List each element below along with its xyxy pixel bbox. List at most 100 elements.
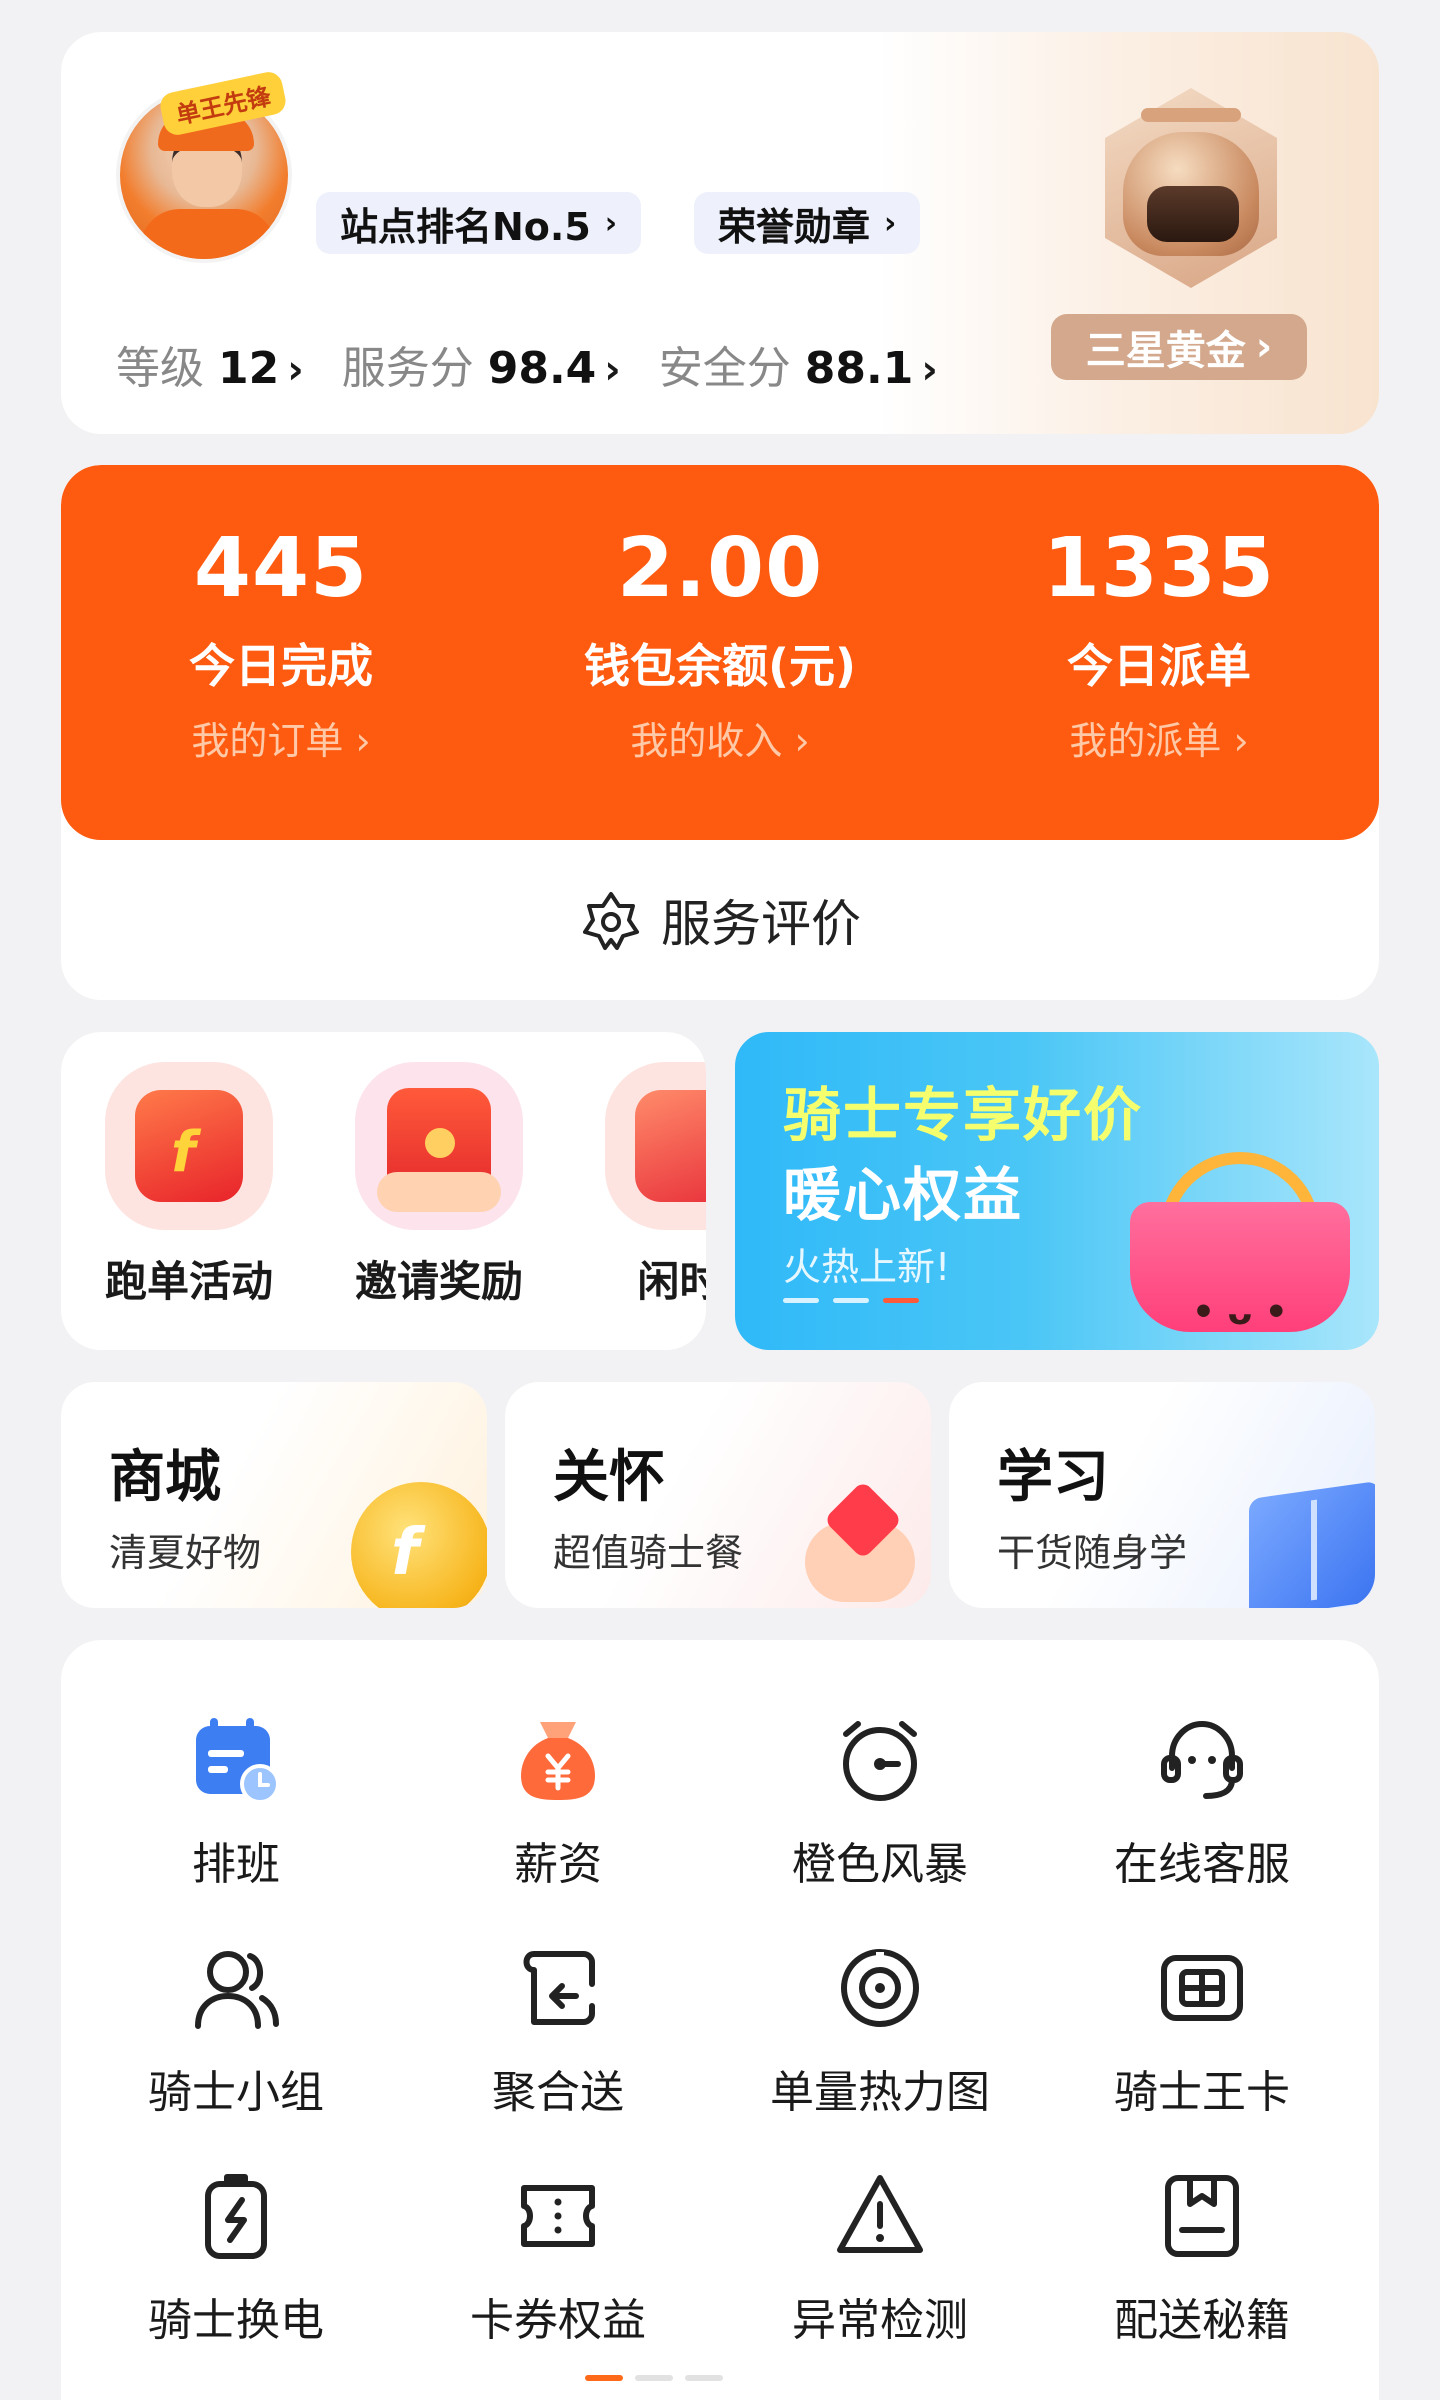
- service-merge-delivery[interactable]: 聚合送: [408, 1938, 708, 2120]
- score-label: 服务分: [341, 343, 474, 394]
- service-score[interactable]: 服务分 98.4 ›: [342, 332, 621, 396]
- idle-gift-icon: [605, 1062, 706, 1230]
- stat-today-dispatched[interactable]: 1335 今日派单 我的派单 ›: [939, 465, 1379, 765]
- chevron-right-icon: ›: [287, 347, 304, 393]
- services-pagination: [585, 2375, 723, 2381]
- service-schedule[interactable]: 排班: [86, 1710, 386, 1892]
- service-label: 配送秘籍: [1114, 2295, 1290, 2346]
- activity-idle-time[interactable]: 闲时!: [579, 1062, 706, 1309]
- service-label: 单量热力图: [770, 2067, 990, 2118]
- chevron-right-icon: ›: [604, 347, 621, 393]
- service-delivery-tips[interactable]: 配送秘籍: [1052, 2166, 1352, 2348]
- service-heatmap[interactable]: 单量热力图: [730, 1938, 1030, 2120]
- stats-band: 445 今日完成 我的订单 › 2.00 钱包余额(元) 我的收入 › 1335…: [61, 465, 1379, 840]
- stat-value: 445: [193, 521, 369, 616]
- service-label: 排班: [192, 1839, 280, 1890]
- stat-label: 钱包余额(元): [583, 639, 857, 693]
- service-rider-sim-card[interactable]: 骑士王卡: [1052, 1938, 1352, 2120]
- promo-banner[interactable]: 骑士专享好价 暖心权益 火热上新! • ᴗ •: [735, 1032, 1379, 1350]
- tile-title: 学习: [997, 1445, 1109, 1510]
- service-anomaly-detection[interactable]: 异常检测: [730, 2166, 1030, 2348]
- activity-run-orders[interactable]: f 跑单活动: [79, 1062, 299, 1309]
- service-orange-storm[interactable]: 橙色风暴: [730, 1710, 1030, 1892]
- gold-coin-icon: f: [351, 1482, 487, 1608]
- service-label: 薪资: [514, 1839, 602, 1890]
- pager-dot: [635, 2375, 673, 2381]
- headset-icon: [1152, 1710, 1252, 1810]
- tier-badge-helmet-icon[interactable]: [1071, 68, 1311, 308]
- activity-invite-reward[interactable]: 邀请奖励: [329, 1062, 549, 1309]
- score-value: 12: [218, 343, 280, 394]
- tile-learning[interactable]: 学习 干货随身学: [949, 1382, 1375, 1608]
- service-label: 聚合送: [492, 2067, 624, 2118]
- level-score[interactable]: 等级 12 ›: [116, 332, 304, 396]
- flower-badge-icon: [583, 892, 639, 950]
- chevron-right-icon: ›: [921, 347, 938, 393]
- service-label: 异常检测: [792, 2295, 968, 2346]
- services-grid: 排班 薪资 橙色风暴 在线客服 骑士小组 聚合送 单量热力图 骑士王卡 骑士换电…: [61, 1640, 1379, 2400]
- tile-mall[interactable]: 商城 清夏好物 f: [61, 1382, 487, 1608]
- activity-strip: f 跑单活动 邀请奖励 闲时!: [61, 1032, 706, 1350]
- service-label: 骑士王卡: [1114, 2067, 1290, 2118]
- merge-icon: [508, 1938, 608, 2038]
- service-online-support[interactable]: 在线客服: [1052, 1710, 1352, 1892]
- stat-label: 今日派单: [1067, 639, 1251, 693]
- coupon-icon: [508, 2166, 608, 2266]
- service-battery-swap[interactable]: 骑士换电: [86, 2166, 386, 2348]
- chevron-right-icon: ›: [604, 205, 618, 241]
- my-income-link[interactable]: 我的收入 ›: [500, 710, 940, 765]
- tile-title: 关怀: [553, 1445, 665, 1510]
- tile-subtitle: 干货随身学: [997, 1531, 1188, 1575]
- service-rating-label: 服务评价: [661, 895, 861, 953]
- score-label: 安全分: [658, 343, 791, 394]
- sim-card-icon: [1152, 1938, 1252, 2038]
- alarm-clock-icon: [830, 1710, 930, 1810]
- warning-icon: [830, 2166, 930, 2266]
- tier-pill[interactable]: 三星黄金 ›: [1051, 314, 1307, 380]
- station-rank-chip[interactable]: 站点排名No.5 ›: [316, 192, 642, 254]
- banner-pagination: [783, 1298, 919, 1303]
- score-value: 98.4: [487, 343, 597, 394]
- tier-label: 三星黄金: [1085, 328, 1246, 374]
- my-orders-link[interactable]: 我的订单 ›: [61, 710, 501, 765]
- tile-subtitle: 超值骑士餐: [553, 1531, 744, 1575]
- profile-card: 单王先锋 站点排名No.5 › 荣誉勋章 › 等级 12 › 服务分 98.4 …: [61, 32, 1379, 434]
- open-book-icon: [1249, 1480, 1375, 1608]
- honor-medal-chip[interactable]: 荣誉勋章 ›: [694, 192, 921, 254]
- battery-swap-icon: [186, 2166, 286, 2266]
- service-label: 卡券权益: [470, 2295, 646, 2346]
- service-rating-button[interactable]: 服务评价: [61, 840, 1379, 1000]
- service-salary[interactable]: 薪资: [408, 1710, 708, 1892]
- stat-today-completed[interactable]: 445 今日完成 我的订单 ›: [61, 465, 501, 765]
- salary-bag-icon: [508, 1710, 608, 1810]
- service-coupons[interactable]: 卡券权益: [408, 2166, 708, 2348]
- tile-care[interactable]: 关怀 超值骑士餐: [505, 1382, 931, 1608]
- my-dispatch-link[interactable]: 我的派单 ›: [939, 710, 1379, 765]
- stat-wallet-balance[interactable]: 2.00 钱包余额(元) 我的收入 ›: [500, 465, 940, 765]
- target-icon: [830, 1938, 930, 2038]
- safety-score[interactable]: 安全分 88.1 ›: [659, 332, 938, 396]
- activity-label: 邀请奖励: [354, 1257, 523, 1306]
- station-rank-label: 站点排名No.5: [340, 204, 591, 249]
- score-value: 88.1: [804, 343, 914, 394]
- chevron-right-icon: ›: [1255, 324, 1273, 370]
- promo-tag: 火热上新!: [783, 1245, 951, 1289]
- service-label: 骑士换电: [148, 2295, 324, 2346]
- stat-value: 1335: [1042, 521, 1276, 616]
- chevron-right-icon: ›: [884, 205, 897, 241]
- red-envelope-icon: [355, 1062, 523, 1230]
- activity-label: 跑单活动: [104, 1257, 273, 1306]
- service-rider-group[interactable]: 骑士小组: [86, 1938, 386, 2120]
- group-icon: [186, 1938, 286, 2038]
- banner-dot: [783, 1298, 819, 1303]
- book-bookmark-icon: [1152, 2166, 1252, 2266]
- pager-dot: [685, 2375, 723, 2381]
- service-label: 骑士小组: [148, 2067, 324, 2118]
- stat-label: 今日完成: [189, 639, 373, 693]
- tile-title: 商城: [109, 1445, 221, 1510]
- service-label: 在线客服: [1114, 1839, 1290, 1890]
- service-label: 橙色风暴: [792, 1839, 968, 1890]
- banner-dot-active: [883, 1298, 919, 1303]
- promo-subtitle: 暖心权益: [783, 1161, 1024, 1229]
- heart-in-hands-icon: [805, 1480, 915, 1602]
